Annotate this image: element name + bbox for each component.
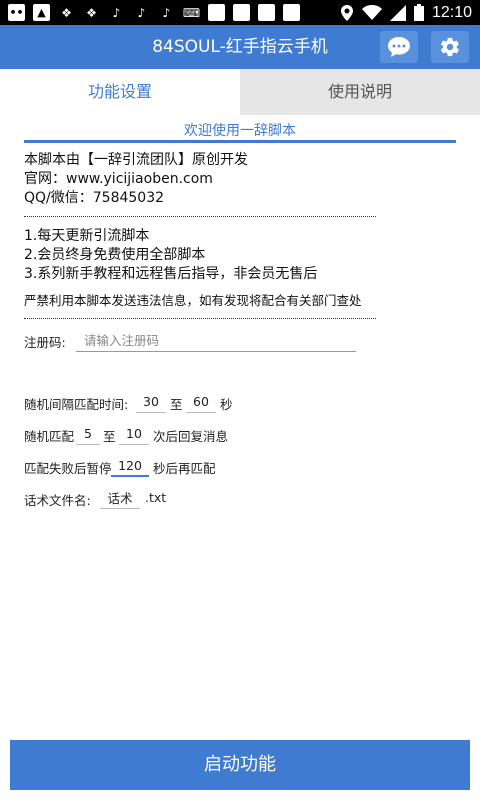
tab-function-settings[interactable]: 功能设置 bbox=[0, 69, 240, 115]
settings-button[interactable] bbox=[431, 31, 469, 63]
image-icon: ▲ bbox=[33, 4, 50, 21]
tiktok-icon: ♪ bbox=[162, 5, 171, 20]
signal-icon bbox=[389, 4, 406, 21]
reg-code-input[interactable] bbox=[76, 330, 356, 352]
gallery-icon: ❖ bbox=[86, 5, 97, 20]
clock: 12:10 bbox=[431, 3, 472, 21]
file-name-input[interactable] bbox=[100, 487, 140, 509]
status-bar: •• ▲ ❖ ❖ ♪ ♪ ♪ ⌨ 12:10 bbox=[0, 0, 480, 25]
location-icon bbox=[340, 4, 353, 21]
interval-min-input[interactable] bbox=[136, 391, 166, 413]
dotted-divider bbox=[24, 216, 376, 217]
match-min-input[interactable] bbox=[76, 423, 100, 445]
file-name-label: 话术文件名: bbox=[24, 493, 91, 508]
battery-icon bbox=[413, 4, 424, 21]
pause-seconds-input[interactable] bbox=[111, 455, 149, 477]
square-icon bbox=[233, 4, 250, 21]
intro-line: 本脚本由【一辞引流团队】原创开发 bbox=[24, 152, 248, 168]
pause-suffix-label: 秒后再匹配 bbox=[153, 461, 216, 476]
website-line: 官网：www.yicijiaoben.com bbox=[24, 171, 213, 187]
tiktok-icon: ♪ bbox=[137, 5, 146, 20]
square-icon bbox=[208, 4, 225, 21]
app-bar: 84SOUL-红手指云手机 bbox=[0, 25, 480, 69]
tab-instructions[interactable]: 使用说明 bbox=[240, 69, 480, 115]
interval-to-label: 至 bbox=[170, 397, 183, 412]
interval-unit-label: 秒 bbox=[220, 397, 233, 412]
feature-line: 2.会员终身免费使用全部脚本 bbox=[24, 247, 206, 263]
file-ext-label: .txt bbox=[145, 490, 167, 505]
welcome-heading: 欢迎使用一辞脚本 bbox=[184, 123, 296, 139]
square-icon bbox=[258, 4, 275, 21]
gallery-icon: ❖ bbox=[61, 5, 72, 20]
pause-label: 匹配失败后暂停 bbox=[24, 461, 112, 476]
chat-bubble-icon bbox=[388, 37, 410, 57]
system-icons: 12:10 bbox=[340, 0, 472, 25]
notification-icons: •• ▲ ❖ ❖ ♪ ♪ ♪ ⌨ bbox=[0, 0, 300, 25]
feature-line: 1.每天更新引流脚本 bbox=[24, 228, 150, 244]
match-suffix-label: 次后回复消息 bbox=[153, 429, 229, 444]
interval-max-input[interactable] bbox=[186, 391, 216, 413]
match-label: 随机匹配 bbox=[24, 429, 75, 444]
gear-icon bbox=[441, 37, 459, 57]
reg-code-label: 注册码: bbox=[24, 335, 66, 350]
match-max-input[interactable] bbox=[119, 423, 149, 445]
keyboard-icon: ⌨ bbox=[182, 5, 201, 20]
dotted-divider bbox=[24, 318, 376, 319]
warning-text: 严禁利用本脚本发送违法信息，如有发现将配合有关部门查处 bbox=[24, 293, 362, 308]
match-to-label: 至 bbox=[103, 429, 116, 444]
chat-button[interactable] bbox=[380, 31, 418, 63]
start-button[interactable]: 启动功能 bbox=[10, 740, 470, 790]
message-icon: •• bbox=[8, 4, 25, 21]
wifi-icon bbox=[361, 4, 382, 20]
contact-line: QQ/微信：75845032 bbox=[24, 190, 165, 206]
tiktok-icon: ♪ bbox=[112, 5, 121, 20]
tab-bar: 功能设置 使用说明 bbox=[0, 69, 480, 115]
feature-line: 3.系列新手教程和远程售后指导，非会员无售后 bbox=[24, 266, 318, 282]
square-icon bbox=[283, 4, 300, 21]
welcome-divider bbox=[24, 140, 456, 143]
interval-label: 随机间隔匹配时间: bbox=[24, 397, 129, 412]
